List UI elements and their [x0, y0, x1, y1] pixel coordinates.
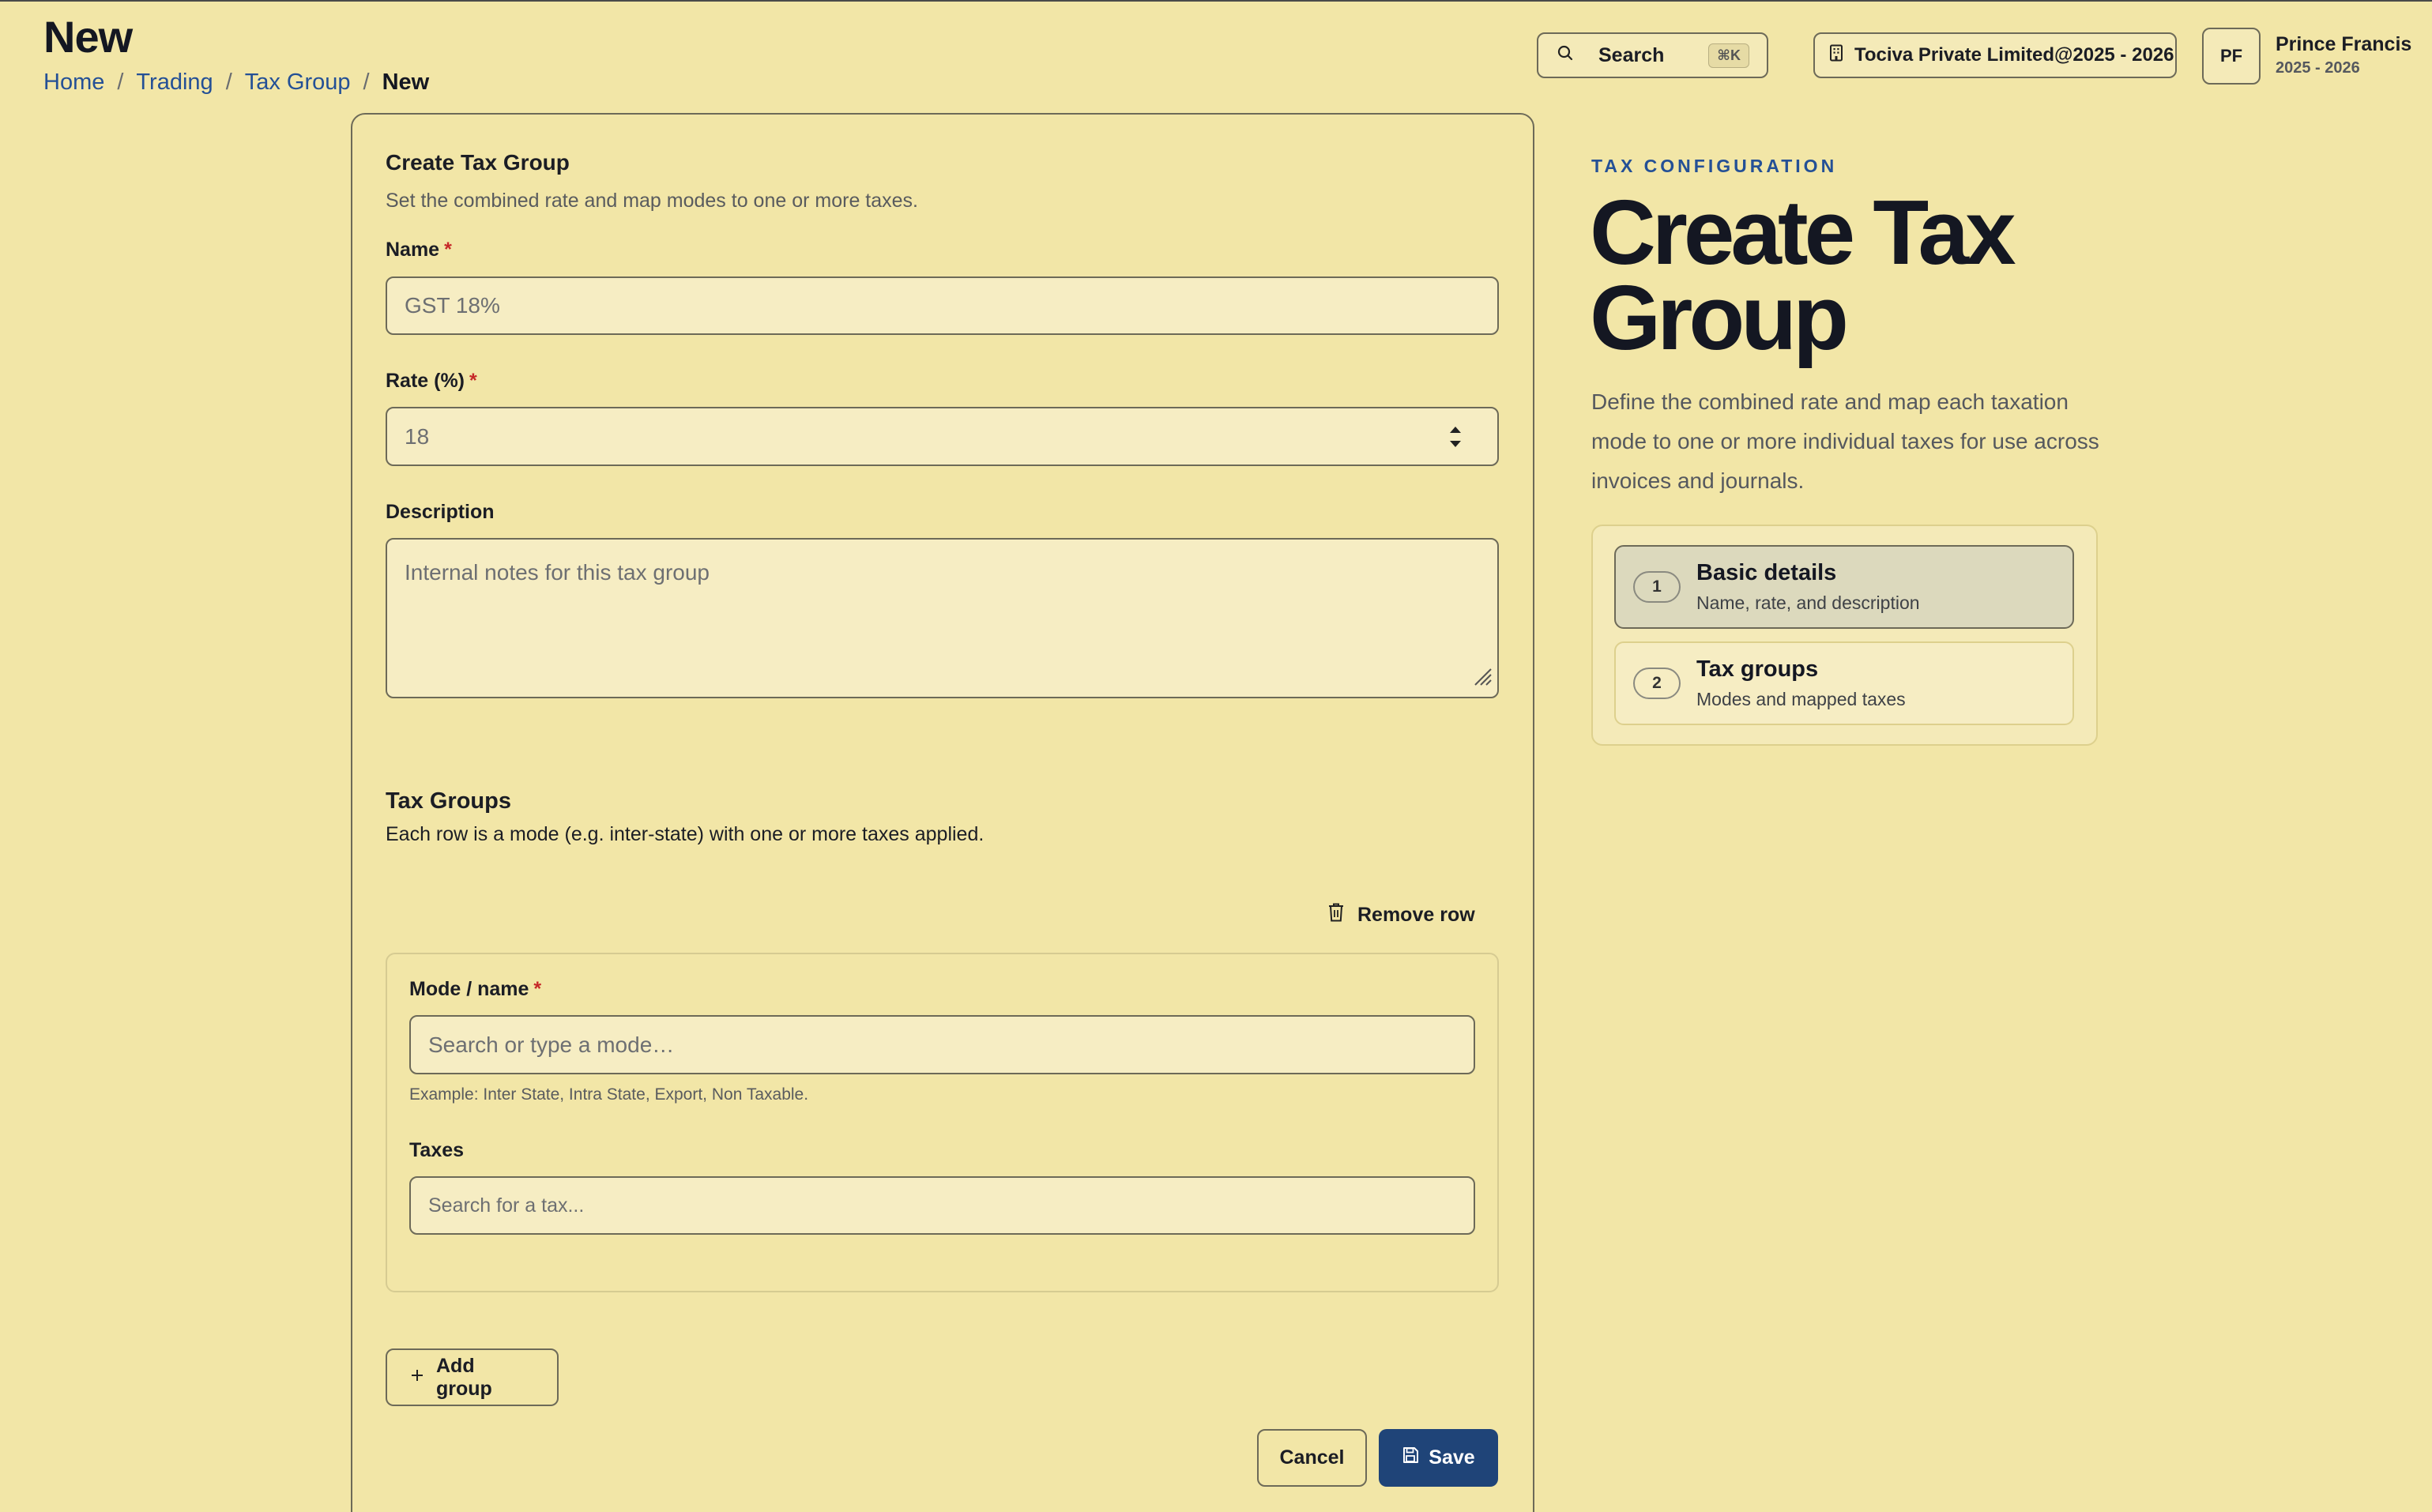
- decrement-arrow-icon[interactable]: [1450, 440, 1461, 447]
- breadcrumb-trading[interactable]: Trading: [136, 70, 213, 96]
- rate-input[interactable]: 18: [386, 407, 1499, 466]
- search-label: Search: [1598, 43, 1665, 66]
- section-eyebrow: TAX CONFIGURATION: [1591, 156, 1838, 176]
- description-field-label: Description: [386, 501, 495, 523]
- description-placeholder: Internal notes for this tax group: [405, 560, 710, 585]
- step-number: 2: [1633, 668, 1681, 699]
- required-mark: *: [533, 978, 542, 1000]
- rate-label-text: Rate (%): [386, 370, 465, 392]
- breadcrumb-tax-group[interactable]: Tax Group: [245, 70, 351, 96]
- save-label: Save: [1429, 1446, 1475, 1469]
- tax-group-row: [386, 953, 1499, 1292]
- save-button[interactable]: Save: [1379, 1429, 1498, 1487]
- name-label-text: Name: [386, 239, 440, 261]
- name-input[interactable]: GST 18%: [386, 276, 1499, 335]
- step-subtitle: Modes and mapped taxes: [1696, 689, 1906, 709]
- step-subtitle: Name, rate, and description: [1696, 592, 1920, 613]
- add-group-label: Add group: [436, 1354, 492, 1400]
- name-field-label: Name *: [386, 239, 452, 261]
- breadcrumb-separator: /: [363, 70, 370, 95]
- building-icon: [1829, 44, 1843, 67]
- breadcrumb: Home / Trading / Tax Group / New: [43, 70, 429, 96]
- tax-groups-title: Tax Groups: [386, 788, 511, 814]
- company-selector[interactable]: Tociva Private Limited@2025 - 2026: [1813, 32, 2177, 78]
- step-title: Basic details: [1696, 560, 1837, 585]
- mode-input[interactable]: Search or type a mode…: [409, 1015, 1475, 1074]
- rate-input-value: 18: [405, 423, 430, 449]
- step-title: Tax groups: [1696, 656, 1819, 682]
- company-name: Tociva Private Limited@2025 - 2026: [1854, 44, 2174, 66]
- user-avatar[interactable]: PF: [2202, 28, 2261, 85]
- floppy-disk-icon: [1402, 1446, 1419, 1469]
- step-text: Tax groups Modes and mapped taxes: [1696, 656, 1906, 710]
- step-basic-details[interactable]: 1 Basic details Name, rate, and descript…: [1614, 545, 2074, 629]
- taxes-field-label: Taxes: [409, 1139, 465, 1161]
- top-border: [0, 0, 2432, 2]
- search-icon: [1556, 43, 1575, 68]
- step-tax-groups[interactable]: 2 Tax groups Modes and mapped taxes: [1614, 641, 2074, 725]
- step-text: Basic details Name, rate, and descriptio…: [1696, 560, 1920, 614]
- mode-label-text: Mode / name: [409, 978, 529, 1000]
- rate-stepper[interactable]: [1450, 426, 1461, 447]
- form-subtitle: Set the combined rate and map modes to o…: [386, 190, 918, 212]
- page-title: New: [43, 12, 133, 62]
- search-shortcut-badge: ⌘K: [1708, 43, 1749, 68]
- description-textarea[interactable]: Internal notes for this tax group: [386, 538, 1499, 698]
- search-button[interactable]: Search ⌘K: [1537, 32, 1768, 78]
- form-title: Create Tax Group: [386, 150, 570, 175]
- hero-title: Create Tax Group: [1590, 181, 2016, 369]
- mode-input-placeholder: Search or type a mode…: [428, 1032, 675, 1057]
- resize-handle-icon[interactable]: [1472, 666, 1493, 692]
- step-number: 1: [1633, 571, 1681, 603]
- add-group-button[interactable]: Add group: [386, 1348, 559, 1406]
- rate-field-label: Rate (%) *: [386, 370, 477, 393]
- breadcrumb-current: New: [382, 70, 430, 95]
- cancel-button[interactable]: Cancel: [1257, 1429, 1367, 1487]
- taxes-input[interactable]: Search for a tax...: [409, 1176, 1475, 1235]
- user-fiscal-year: 2025 - 2026: [2276, 59, 2360, 77]
- tax-groups-subtitle: Each row is a mode (e.g. inter-state) wi…: [386, 823, 984, 845]
- name-input-placeholder: GST 18%: [405, 293, 500, 318]
- breadcrumb-home[interactable]: Home: [43, 70, 104, 96]
- increment-arrow-icon[interactable]: [1450, 426, 1461, 433]
- breadcrumb-separator: /: [225, 70, 232, 95]
- mode-field-label: Mode / name *: [409, 978, 541, 1001]
- remove-row-label: Remove row: [1357, 903, 1475, 926]
- user-name: Prince Francis: [2276, 33, 2412, 55]
- required-mark: *: [469, 370, 477, 392]
- mode-hint: Example: Inter State, Intra State, Expor…: [409, 1085, 809, 1104]
- hero-description: Define the combined rate and map each ta…: [1591, 389, 2099, 493]
- remove-row-button[interactable]: Remove row: [1327, 899, 1475, 931]
- taxes-input-placeholder: Search for a tax...: [428, 1194, 585, 1217]
- required-mark: *: [444, 239, 452, 261]
- plus-icon: [409, 1366, 425, 1389]
- trash-icon: [1327, 902, 1345, 928]
- breadcrumb-separator: /: [117, 70, 124, 95]
